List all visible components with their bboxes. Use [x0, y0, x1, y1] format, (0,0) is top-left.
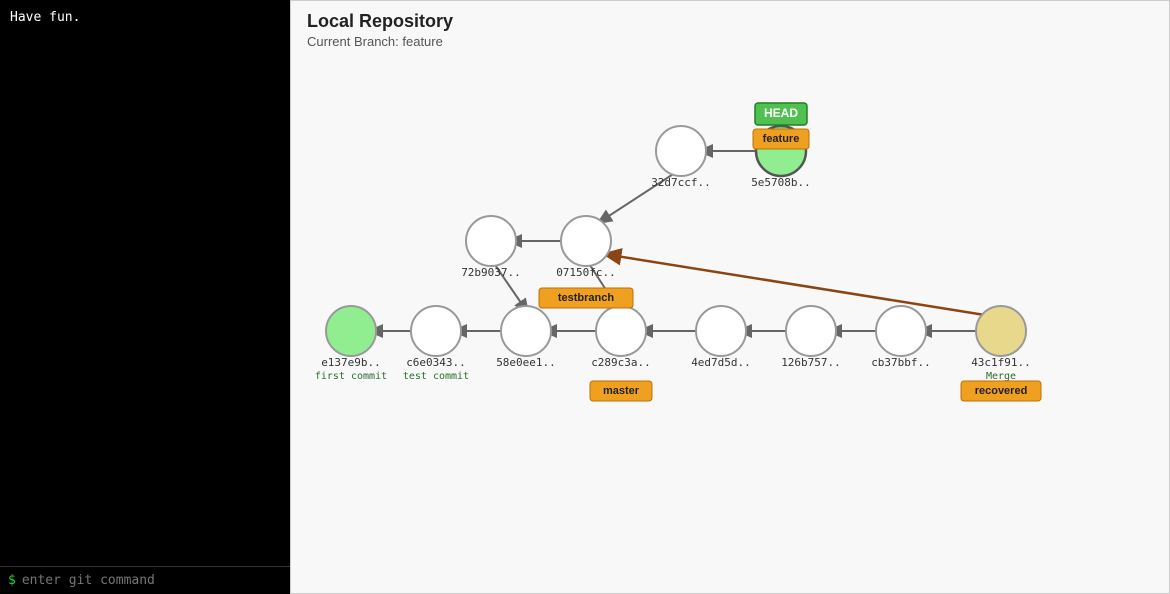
commit-4ed7d5d[interactable]: [696, 306, 746, 356]
commit-e137e9b[interactable]: [326, 306, 376, 356]
commit-72b9037[interactable]: [466, 216, 516, 266]
sublabel-e137e9b: first commit: [315, 371, 387, 382]
repo-panel: Local Repository Current Branch: feature: [290, 0, 1170, 594]
badge-testbranch-text: testbranch: [558, 292, 615, 304]
arrow-merge-brown: [604, 254, 991, 316]
commit-32d7ccf[interactable]: [656, 126, 706, 176]
badge-head-text: HEAD: [764, 106, 798, 120]
terminal-input[interactable]: [22, 573, 282, 588]
terminal-text: Have fun.: [10, 10, 80, 25]
label-c289c3a: c289c3a..: [591, 356, 651, 369]
repo-title: Local Repository: [307, 11, 1153, 32]
commit-58e0ee1[interactable]: [501, 306, 551, 356]
badge-feature-text: feature: [763, 133, 800, 145]
commit-43c1f91[interactable]: [976, 306, 1026, 356]
sublabel-43c1f91: Merge: [986, 371, 1016, 382]
badge-recovered-text: recovered: [975, 385, 1028, 397]
terminal-prompt: $: [8, 573, 16, 588]
commit-07150fc[interactable]: [561, 216, 611, 266]
git-graph: e137e9b.. first commit c6e0343.. test co…: [291, 61, 1170, 581]
repo-header: Local Repository Current Branch: feature: [291, 1, 1169, 55]
commit-126b757[interactable]: [786, 306, 836, 356]
label-58e0ee1: 58e0ee1..: [496, 356, 556, 369]
badge-master-text: master: [603, 385, 640, 397]
commit-cb37bbf[interactable]: [876, 306, 926, 356]
label-07150fc: 07150fc..: [556, 266, 616, 279]
terminal-panel: Have fun. $: [0, 0, 290, 594]
label-4ed7d5d: 4ed7d5d..: [691, 356, 751, 369]
label-e137e9b: e137e9b..: [321, 356, 381, 369]
label-72b9037: 72b9037..: [461, 266, 521, 279]
label-c6e0343: c6e0343..: [406, 356, 466, 369]
label-43c1f91: 43c1f91..: [971, 356, 1031, 369]
label-5e5708b: 5e5708b..: [751, 176, 811, 189]
label-126b757: 126b757..: [781, 356, 841, 369]
label-32d7ccf: 32d7ccf..: [651, 176, 711, 189]
terminal-input-row[interactable]: $: [0, 566, 290, 594]
commit-c6e0343[interactable]: [411, 306, 461, 356]
label-cb37bbf: cb37bbf..: [871, 356, 931, 369]
commit-c289c3a[interactable]: [596, 306, 646, 356]
sublabel-c6e0343: test commit: [403, 371, 469, 382]
terminal-output: Have fun.: [0, 0, 290, 566]
repo-subtitle: Current Branch: feature: [307, 34, 1153, 49]
